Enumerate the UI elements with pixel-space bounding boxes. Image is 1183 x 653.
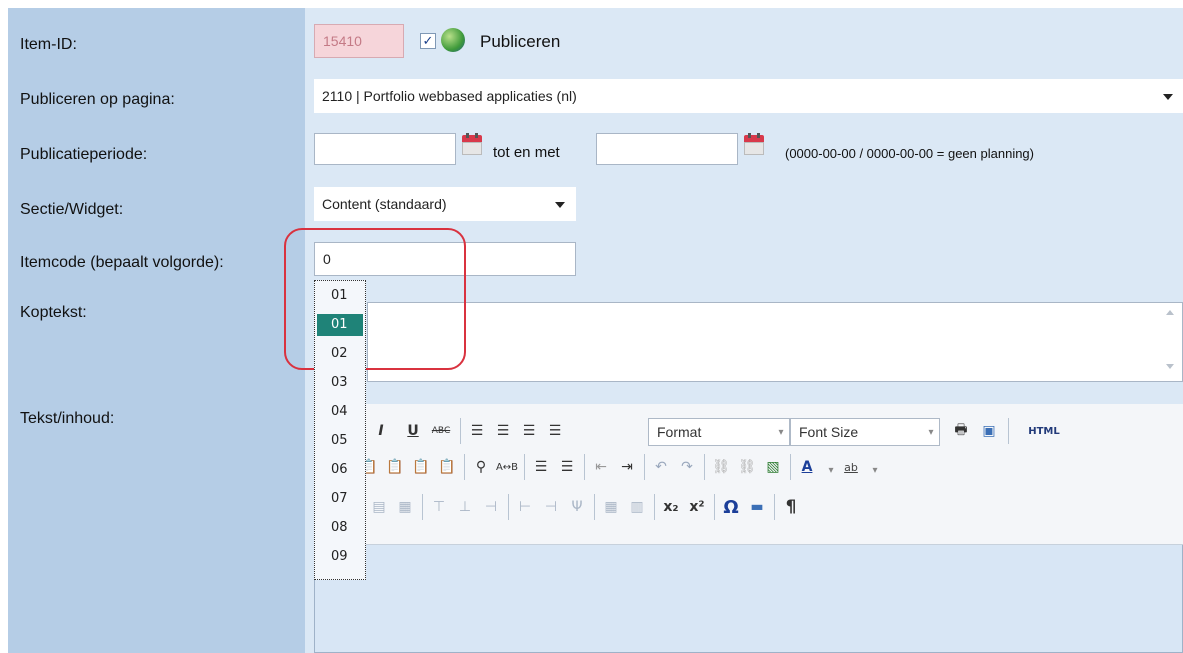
bullet-list-icon[interactable]: ☰ (530, 456, 552, 478)
align-justify-icon[interactable]: ☰ (544, 420, 566, 442)
scroll-down-icon[interactable] (1166, 364, 1174, 369)
horizontal-rule-icon[interactable]: ▬ (746, 496, 768, 518)
link-icon[interactable]: ⛓ (710, 456, 732, 478)
editor-toolbar: I U ABC ☰ ☰ ☰ ☰ Format ▾ Font Size ▾ 🖶 ▣… (314, 404, 1183, 545)
print-icon[interactable]: 🖶 (950, 420, 972, 442)
paragraph-icon[interactable]: ¶ (780, 496, 802, 518)
suggestion-item[interactable]: 06 (317, 459, 363, 481)
section-select-value: Content (standaard) (322, 196, 447, 212)
find-icon[interactable]: ⚲ (470, 456, 492, 478)
subscript-icon[interactable]: x₂ (660, 496, 682, 518)
delete-row-icon[interactable]: ⊣ (480, 496, 502, 518)
align-right-icon[interactable]: ☰ (518, 420, 540, 442)
insert-row-after-icon[interactable]: ⊥ (454, 496, 476, 518)
superscript-icon[interactable]: x² (686, 496, 708, 518)
format-label: Format (657, 424, 702, 440)
section-select[interactable]: Content (standaard) (314, 187, 576, 221)
label-itemcode: Itemcode (bepaalt volgorde): (20, 254, 224, 271)
chevron-down-icon[interactable]: ▾ (770, 421, 792, 443)
suggestion-item[interactable]: 07 (317, 488, 363, 510)
koptekst-textarea[interactable] (367, 302, 1183, 382)
outdent-icon[interactable]: ⇤ (590, 456, 612, 478)
itemcode-suggestions[interactable]: 01 01 02 03 04 05 06 07 08 09 (314, 280, 366, 580)
chevron-down-icon[interactable] (555, 202, 565, 208)
merge-cells-icon[interactable]: ▥ (626, 496, 648, 518)
fullscreen-icon[interactable]: ▣ (978, 420, 1000, 442)
delete-col-icon[interactable]: Ψ (566, 496, 588, 518)
suggestion-item[interactable]: 08 (317, 517, 363, 539)
paste-special-icon[interactable]: 📋 (436, 456, 458, 478)
suggestion-item[interactable]: 02 (317, 343, 363, 365)
highlight-color-icon[interactable]: ab (840, 456, 862, 478)
underline-button[interactable]: U (402, 420, 424, 442)
textarea-scrollbar[interactable] (1160, 302, 1182, 382)
highlight-annotation (284, 228, 466, 370)
period-hint: (0000-00-00 / 0000-00-00 = geen planning… (785, 146, 1034, 161)
label-koptekst: Koptekst: (20, 304, 87, 321)
format-combo[interactable]: Format (648, 418, 790, 446)
italic-button[interactable]: I (370, 420, 392, 442)
number-list-icon[interactable]: ☰ (556, 456, 578, 478)
paste-text-icon[interactable]: 📋 (384, 456, 406, 478)
paste-word-icon[interactable]: 📋 (410, 456, 432, 478)
globe-icon (441, 28, 465, 52)
label-section-widget: Sectie/Widget: (20, 201, 124, 218)
special-char-icon[interactable]: Ω (720, 496, 742, 518)
period-between-label: tot en met (493, 144, 560, 161)
scroll-up-icon[interactable] (1166, 310, 1174, 315)
fontsize-label: Font Size (799, 424, 859, 440)
item-id-field: 15410 (314, 24, 404, 58)
html-button[interactable]: HTML (1014, 420, 1074, 442)
suggestion-item[interactable]: 04 (317, 401, 363, 423)
calendar-icon[interactable] (462, 133, 482, 155)
chevron-down-icon[interactable]: ▾ (864, 459, 886, 481)
suggestion-item[interactable]: 05 (317, 430, 363, 452)
table-cell-icon[interactable]: ▦ (394, 496, 416, 518)
page-select[interactable]: 2110 | Portfolio webbased applicaties (n… (314, 79, 1183, 113)
fontsize-combo[interactable]: Font Size (790, 418, 940, 446)
suggestion-item[interactable]: 01 (317, 285, 363, 307)
align-center-icon[interactable]: ☰ (492, 420, 514, 442)
suggestion-item-selected[interactable]: 01 (317, 314, 363, 336)
page-select-value: 2110 | Portfolio webbased applicaties (n… (322, 88, 577, 104)
chevron-down-icon[interactable]: ▾ (920, 421, 942, 443)
insert-col-after-icon[interactable]: ⊣ (540, 496, 562, 518)
text-color-icon[interactable]: A (796, 456, 818, 478)
indent-icon[interactable]: ⇥ (616, 456, 638, 478)
suggestion-item[interactable]: 09 (317, 546, 363, 568)
replace-icon[interactable]: A↔B (496, 456, 518, 478)
calendar-icon[interactable] (744, 133, 764, 155)
align-left-icon[interactable]: ☰ (466, 420, 488, 442)
publish-label: Publiceren (480, 32, 561, 51)
chevron-down-icon[interactable] (1163, 94, 1173, 100)
table-row-icon[interactable]: ▤ (368, 496, 390, 518)
html-label: HTML (1028, 425, 1060, 437)
redo-icon[interactable]: ↷ (676, 456, 698, 478)
label-publish-on-page: Publiceren op pagina: (20, 91, 175, 108)
chevron-down-icon[interactable]: ▾ (820, 459, 842, 481)
publish-checkbox[interactable]: ✓ (420, 33, 436, 49)
period-start-field[interactable] (314, 133, 456, 165)
undo-icon[interactable]: ↶ (650, 456, 672, 478)
split-cells-icon[interactable]: ▦ (600, 496, 622, 518)
insert-row-before-icon[interactable]: ⊤ (428, 496, 450, 518)
label-publication-period: Publicatieperiode: (20, 146, 148, 163)
insert-col-before-icon[interactable]: ⊢ (514, 496, 536, 518)
period-end-field[interactable] (596, 133, 738, 165)
image-icon[interactable]: ▧ (762, 456, 784, 478)
strikethrough-button[interactable]: ABC (430, 420, 452, 442)
label-tekst-inhoud: Tekst/inhoud: (20, 410, 115, 427)
unlink-icon[interactable]: ⛓ (736, 456, 758, 478)
label-item-id: Item-ID: (20, 36, 77, 53)
suggestion-item[interactable]: 03 (317, 372, 363, 394)
